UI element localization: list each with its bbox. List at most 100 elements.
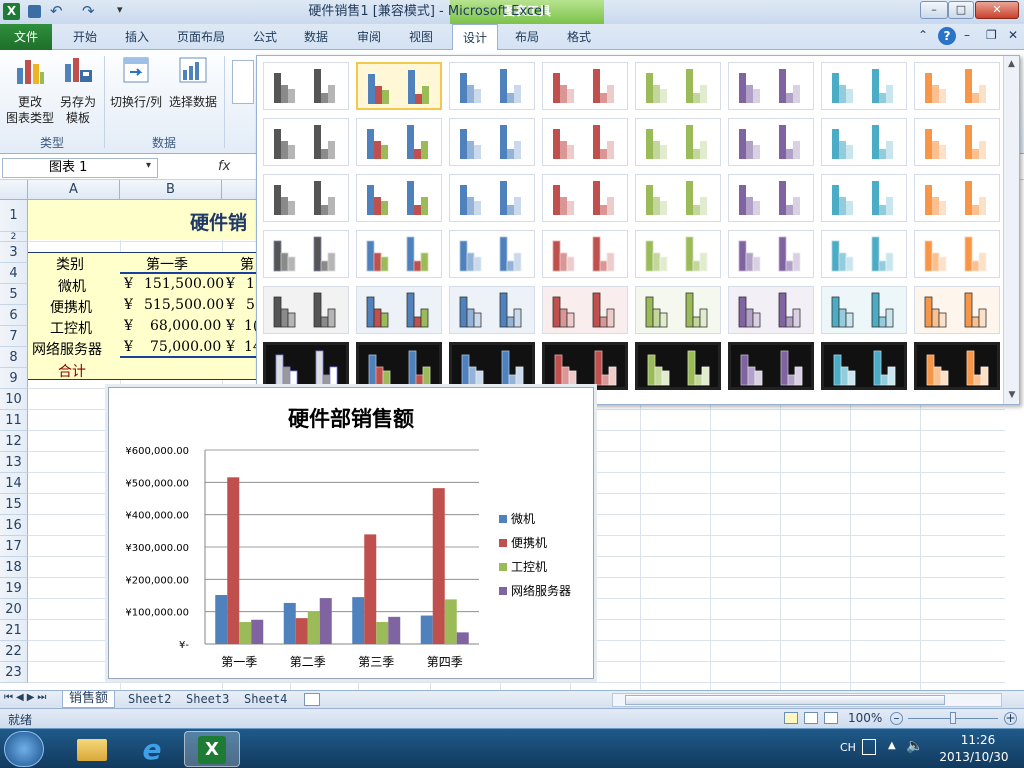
chart-style-option[interactable] [914, 230, 1000, 278]
sheet-tab-sheet3[interactable]: Sheet3 [180, 691, 235, 708]
fx-icon[interactable]: fx [218, 159, 230, 174]
chart-style-option[interactable] [821, 342, 907, 390]
select-data-button[interactable]: 选择数据 [166, 54, 220, 110]
sheet-nav-icons[interactable]: ⏮◀▶⏭ [4, 692, 49, 703]
sheet-tab-sheet2[interactable]: Sheet2 [122, 691, 177, 708]
chart-ytick-label[interactable]: ¥600,000.00 [125, 446, 189, 457]
row-header[interactable]: 3 [0, 242, 28, 263]
chart-style-option[interactable] [449, 286, 535, 334]
close-button[interactable]: ✕ [975, 1, 1019, 19]
normal-view-icon[interactable] [784, 712, 798, 724]
horizontal-scroll-thumb[interactable] [625, 695, 945, 705]
chart-legend-label[interactable]: 便携机 [511, 535, 547, 550]
header-q2-cell[interactable]: 第 [240, 254, 254, 274]
chart-style-option[interactable] [356, 118, 442, 166]
header-category-cell[interactable]: 类别 [56, 254, 84, 274]
name-box-dropdown-icon[interactable]: ▾ [146, 160, 151, 171]
page-layout-view-icon[interactable] [804, 712, 818, 724]
chart-style-option[interactable] [914, 118, 1000, 166]
row-header[interactable]: 22 [0, 641, 28, 662]
chart-style-option[interactable] [263, 342, 349, 390]
chart-style-option[interactable] [449, 174, 535, 222]
chart-style-option[interactable] [728, 342, 814, 390]
row-server-next-currency[interactable]: ¥ [226, 339, 235, 355]
chart-style-option[interactable] [635, 174, 721, 222]
row-header[interactable]: 17 [0, 536, 28, 557]
row-header[interactable]: 2 [0, 232, 28, 242]
explorer-taskbar-icon[interactable] [64, 731, 120, 767]
doc-close-icon[interactable]: ✕ [1008, 28, 1018, 42]
row-header[interactable]: 18 [0, 557, 28, 578]
row-header[interactable]: 5 [0, 284, 28, 305]
chart-bar[interactable] [283, 602, 296, 644]
gallery-scroll-up-icon[interactable]: ▲ [1004, 56, 1019, 72]
sheet-title-cell[interactable]: 硬件销 [190, 208, 247, 235]
chart-style-option[interactable] [914, 342, 1000, 390]
tab-design[interactable]: 设计 [452, 24, 498, 50]
tab-insert[interactable]: 插入 [114, 24, 160, 50]
clock-date[interactable]: 2013/10/30 [936, 750, 1012, 764]
tab-review[interactable]: 审阅 [346, 24, 392, 50]
chart-bar[interactable] [456, 632, 469, 644]
chart-ytick-label[interactable]: ¥100,000.00 [125, 608, 189, 619]
chart-legend-label[interactable]: 网络服务器 [511, 583, 571, 598]
chart-style-option[interactable] [449, 230, 535, 278]
chart-style-option[interactable] [542, 230, 628, 278]
select-all-corner[interactable] [0, 180, 28, 200]
chart-style-option[interactable] [728, 62, 814, 110]
chart-style-option[interactable] [449, 62, 535, 110]
chart-style-option[interactable] [356, 230, 442, 278]
row-header[interactable]: 13 [0, 452, 28, 473]
chart-legend-label[interactable]: 工控机 [511, 560, 547, 574]
total-label-cell[interactable]: 合计 [58, 361, 86, 381]
row-header[interactable]: 14 [0, 473, 28, 494]
chart-style-option[interactable] [728, 174, 814, 222]
chart-legend-swatch[interactable] [499, 539, 507, 547]
tab-home[interactable]: 开始 [62, 24, 108, 50]
doc-minimize-icon[interactable]: – [964, 28, 970, 42]
chart-style-option[interactable] [542, 342, 628, 390]
ie-taskbar-icon[interactable]: e [124, 731, 180, 767]
maximize-button[interactable]: □ [948, 1, 974, 19]
row-industrial-currency[interactable]: ¥ [124, 318, 133, 334]
tab-data[interactable]: 数据 [294, 24, 338, 50]
row-industrial-next-currency[interactable]: ¥ [226, 318, 235, 334]
chart-bar[interactable] [420, 615, 433, 644]
chart-bar[interactable] [388, 616, 401, 644]
column-header-a[interactable]: A [28, 180, 120, 200]
redo-icon[interactable]: ↷ [82, 2, 95, 20]
tab-page-layout[interactable]: 页面布局 [168, 24, 234, 50]
excel-app-icon[interactable]: X [3, 3, 20, 20]
chart-bar[interactable] [444, 599, 457, 644]
row-header[interactable]: 1 [0, 200, 28, 232]
minimize-button[interactable]: – [920, 1, 948, 19]
row-header[interactable]: 4 [0, 263, 28, 284]
chart-legend-swatch[interactable] [499, 563, 507, 571]
chart-style-option[interactable] [356, 286, 442, 334]
chart-style-option[interactable] [356, 174, 442, 222]
row-header[interactable]: 10 [0, 389, 28, 410]
chart-legend-swatch[interactable] [499, 587, 507, 595]
tab-formulas[interactable]: 公式 [244, 24, 286, 50]
chart-bar[interactable] [319, 598, 332, 644]
row-laptop-next-currency[interactable]: ¥ [226, 297, 235, 313]
chart-style-option[interactable] [821, 118, 907, 166]
chart-legend-swatch[interactable] [499, 515, 507, 523]
chart-ytick-label[interactable]: ¥400,000.00 [125, 511, 189, 522]
row-laptop-label[interactable]: 便携机 [50, 297, 92, 317]
zoom-out-icon[interactable]: – [890, 712, 903, 725]
excel-taskbar-icon[interactable]: X [184, 731, 240, 767]
tab-format[interactable]: 格式 [556, 24, 602, 50]
chart-category-label[interactable]: 第二季 [290, 655, 326, 669]
row-header[interactable]: 20 [0, 599, 28, 620]
row-laptop-currency[interactable]: ¥ [124, 297, 133, 313]
chart-category-label[interactable]: 第一季 [221, 655, 257, 669]
change-chart-type-button[interactable]: 更改 图表类型 [4, 54, 56, 126]
chart-bar[interactable] [432, 488, 445, 644]
chart-style-option[interactable] [356, 62, 442, 110]
chart-bar[interactable] [307, 611, 320, 644]
tab-layout[interactable]: 布局 [504, 24, 550, 50]
gallery-scroll-down-icon[interactable]: ▼ [1004, 390, 1020, 400]
row-micro-next-currency[interactable]: ¥ [226, 276, 235, 292]
chart-style-option[interactable] [914, 286, 1000, 334]
